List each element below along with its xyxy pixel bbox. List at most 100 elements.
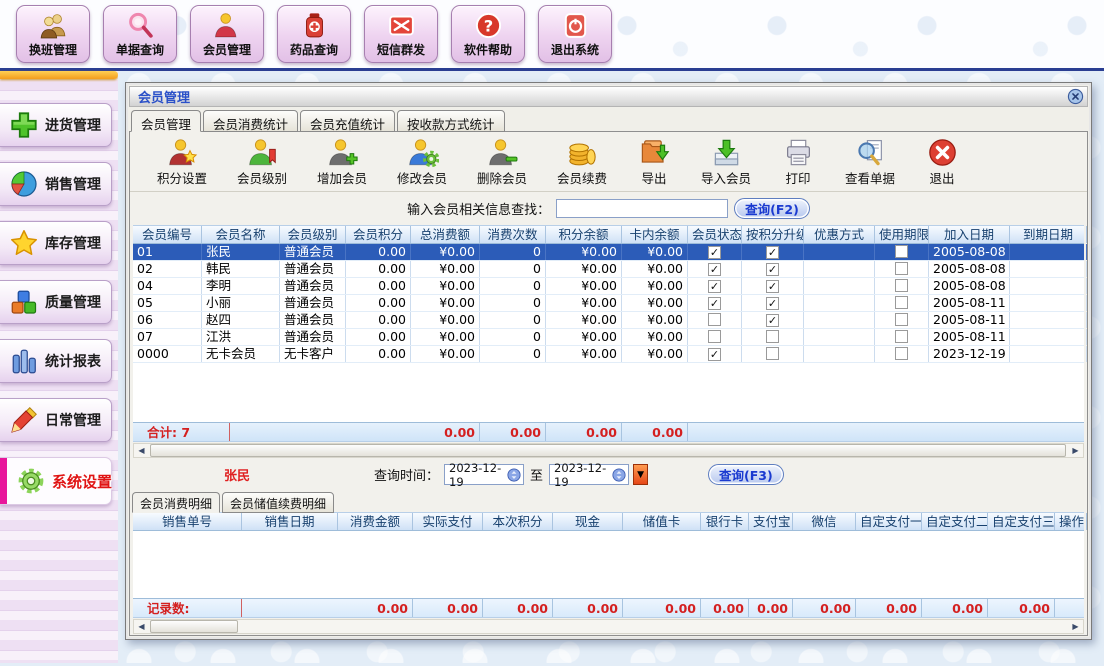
checkbox-status[interactable] — [708, 313, 721, 326]
cell-upgrade: ✓ — [742, 261, 804, 277]
checkbox-status[interactable]: ✓ — [708, 348, 721, 361]
cell-id: 06 — [133, 312, 202, 328]
checkbox-upgrade[interactable]: ✓ — [766, 297, 779, 310]
checkbox-term[interactable] — [895, 313, 908, 326]
date-from-field[interactable]: 2023-12-19 — [444, 464, 524, 485]
tab-member-consumption-stats[interactable]: 会员消费统计 — [203, 110, 298, 132]
top-button-medicine-query[interactable]: 药品查询 — [277, 5, 351, 63]
power-exit-icon — [561, 11, 590, 40]
cell-term — [875, 329, 929, 345]
column-header: 会员名称 — [202, 226, 280, 243]
member-table-header-row: 会员编号会员名称会员级别会员积分总消费额消费次数积分余额卡内余额会员状态按积分升… — [133, 225, 1084, 244]
toolbar-button-add-member[interactable]: 增加会员 — [302, 137, 382, 187]
tab-payment-method-stats[interactable]: 按收款方式统计 — [397, 110, 505, 132]
cell-points: 0.00 — [346, 261, 411, 277]
toolbar-button-member-renewal[interactable]: 会员续费 — [542, 137, 622, 187]
checkbox-upgrade[interactable]: ✓ — [766, 263, 779, 276]
cell-name: 江洪 — [202, 329, 280, 345]
checkbox-term[interactable] — [895, 245, 908, 258]
toolbar-button-import-members[interactable]: 导入会员 — [686, 137, 766, 187]
records-cell: 0.00 — [749, 599, 793, 617]
tab-member-management[interactable]: 会员管理 — [131, 110, 201, 132]
member-row-05[interactable]: 05小丽普通会员0.00¥0.000¥0.00¥0.00✓✓2005-08-11 — [133, 295, 1084, 312]
search-f2-button[interactable]: 查询(F2) — [734, 198, 810, 219]
totals-row: 合计: 70.000.000.000.00 — [133, 422, 1084, 442]
checkbox-status[interactable]: ✓ — [708, 246, 721, 259]
checkbox-status[interactable] — [708, 330, 721, 343]
checkbox-upgrade[interactable]: ✓ — [766, 314, 779, 327]
detail-table-header-row: 销售单号销售日期消费金额实际支付本次积分现金储值卡银行卡支付宝微信自定支付一自定… — [133, 512, 1084, 531]
member-row-01[interactable]: 01张民普通会员0.00¥0.000¥0.00¥0.00✓✓2005-08-08 — [133, 244, 1084, 261]
toolbar-button-export[interactable]: 导出 — [622, 137, 686, 187]
checkbox-term[interactable] — [895, 279, 908, 292]
toolbar-button-view-receipt[interactable]: 查看单据 — [830, 137, 910, 187]
date-dropdown-button[interactable]: ▼ — [633, 464, 648, 485]
checkbox-term[interactable] — [895, 262, 908, 275]
member-row-0000[interactable]: 0000无卡会员无卡客户0.00¥0.000¥0.00¥0.00✓2023-12… — [133, 346, 1084, 363]
checkbox-upgrade[interactable]: ✓ — [766, 280, 779, 293]
cell-point_balance: ¥0.00 — [546, 278, 622, 294]
sidebar-item-purchase-management[interactable]: 进货管理 — [0, 103, 112, 147]
cell-total_spend: ¥0.00 — [411, 312, 480, 328]
date-spinner-icon[interactable] — [507, 468, 521, 482]
cell-term — [875, 261, 929, 277]
tab-member-stored-value-renewal-detail[interactable]: 会员储值续费明细 — [222, 492, 334, 513]
checkbox-status[interactable]: ✓ — [708, 263, 721, 276]
close-icon[interactable] — [1067, 88, 1084, 105]
sidebar-item-system-settings[interactable]: 系统设置 — [0, 457, 112, 505]
member-row-04[interactable]: 04李明普通会员0.00¥0.000¥0.00¥0.00✓✓2005-08-08 — [133, 278, 1084, 295]
column-header: 本次积分 — [483, 513, 553, 530]
member-row-07[interactable]: 07江洪普通会员0.00¥0.000¥0.00¥0.002005-08-11 — [133, 329, 1084, 346]
checkbox-upgrade[interactable] — [766, 347, 779, 360]
top-button-sms-broadcast[interactable]: 短信群发 — [364, 5, 438, 63]
cell-name: 张民 — [202, 244, 280, 260]
toolbar-button-exit[interactable]: 退出 — [910, 137, 974, 187]
column-header: 会员级别 — [280, 226, 346, 243]
sidebar-item-daily-management[interactable]: 日常管理 — [0, 398, 112, 442]
scroll-right-icon[interactable]: ▶ — [1068, 444, 1083, 457]
checkbox-upgrade[interactable] — [766, 330, 779, 343]
top-button-member-management[interactable]: 会员管理 — [190, 5, 264, 63]
checkbox-term[interactable] — [895, 347, 908, 360]
checkbox-status[interactable]: ✓ — [708, 280, 721, 293]
tab-member-consumption-detail[interactable]: 会员消费明细 — [132, 492, 220, 513]
checkbox-status[interactable]: ✓ — [708, 297, 721, 310]
date-to-field[interactable]: 2023-12-19 — [549, 464, 629, 485]
sidebar-item-quality-management[interactable]: 质量管理 — [0, 280, 112, 324]
top-button-shift-management[interactable]: 换班管理 — [16, 5, 90, 63]
cell-card_balance: ¥0.00 — [622, 244, 688, 260]
cell-id: 01 — [133, 244, 202, 260]
top-button-receipt-query[interactable]: 单据查询 — [103, 5, 177, 63]
scroll-right-icon[interactable]: ▶ — [1068, 620, 1083, 633]
member-table-empty-area — [133, 363, 1084, 422]
sidebar-item-sales-management[interactable]: 销售管理 — [0, 162, 112, 206]
scrollbar-thumb[interactable] — [150, 444, 1066, 457]
member-row-02[interactable]: 02韩民普通会员0.00¥0.000¥0.00¥0.00✓✓2005-08-08 — [133, 261, 1084, 278]
sidebar-item-statistics-reports[interactable]: 统计报表 — [0, 339, 112, 383]
column-header: 会员状态 — [688, 226, 742, 243]
search-f3-button[interactable]: 查询(F3) — [708, 464, 784, 485]
sidebar-item-inventory-management[interactable]: 库存管理 — [0, 221, 112, 265]
top-button-exit-system[interactable]: 退出系统 — [538, 5, 612, 63]
toolbar-button-edit-member[interactable]: 修改会员 — [382, 137, 462, 187]
checkbox-upgrade[interactable]: ✓ — [766, 246, 779, 259]
date-spinner-icon[interactable] — [612, 468, 626, 482]
toolbar-button-points-settings[interactable]: 积分设置 — [142, 137, 222, 187]
top-button-software-help[interactable]: ?软件帮助 — [451, 5, 525, 63]
cell-points: 0.00 — [346, 295, 411, 311]
cell-term — [875, 346, 929, 362]
toolbar-button-print[interactable]: 打印 — [766, 137, 830, 187]
scroll-left-icon[interactable]: ◀ — [134, 620, 149, 633]
member-row-06[interactable]: 06赵四普通会员0.00¥0.000¥0.00¥0.00✓2005-08-11 — [133, 312, 1084, 329]
checkbox-term[interactable] — [895, 296, 908, 309]
tab-member-recharge-stats[interactable]: 会员充值统计 — [300, 110, 395, 132]
toolbar-button-delete-member[interactable]: 删除会员 — [462, 137, 542, 187]
scroll-left-icon[interactable]: ◀ — [134, 444, 149, 457]
scrollbar-thumb[interactable] — [150, 620, 238, 633]
toolbar-button-label: 打印 — [785, 168, 810, 187]
cell-point_balance: ¥0.00 — [546, 312, 622, 328]
main-tabstrip: 会员管理会员消费统计会员充值统计按收款方式统计 — [129, 107, 1088, 132]
toolbar-button-member-level[interactable]: 会员级别 — [222, 137, 302, 187]
checkbox-term[interactable] — [895, 330, 908, 343]
member-search-input[interactable] — [556, 199, 728, 218]
